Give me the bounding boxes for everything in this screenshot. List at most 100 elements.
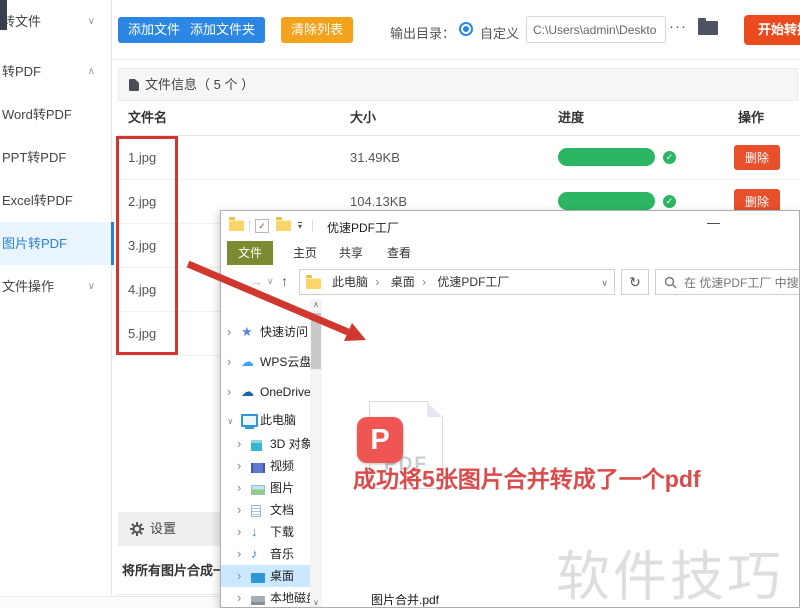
collapse-chevron-icon[interactable]: ∨ xyxy=(227,410,234,432)
expand-chevron-icon[interactable]: › xyxy=(237,521,241,543)
expand-chevron-icon[interactable]: › xyxy=(227,321,231,343)
search-box[interactable] xyxy=(655,269,800,295)
clear-list-button[interactable]: 清除列表 xyxy=(281,17,353,43)
nav-item-local-disk[interactable]: ›本地磁盘 xyxy=(221,587,310,608)
sidebar-item-2[interactable]: 转PDF∧ xyxy=(0,50,111,93)
checkbox-icon[interactable]: ✓ xyxy=(255,219,269,233)
cell-size: 31.49KB xyxy=(350,136,400,179)
explorer-titlebar[interactable]: | ✓ ▾ | 优速PDF工厂 — xyxy=(221,211,799,241)
annotation-caption: 成功将5张图片合并转成了一个pdf xyxy=(353,460,701,494)
sidebar-item-label: Excel转PDF xyxy=(0,193,73,208)
quick-access-toolbar-chevron-icon[interactable]: ▾ xyxy=(298,222,302,231)
nav-item-onedrive-cloud[interactable]: ›☁OneDrive xyxy=(221,381,310,403)
screen: 转文件∨转PDF∧Word转PDFPPT转PDFExcel转PDF图片转PDF文… xyxy=(0,0,800,608)
expand-chevron-icon[interactable]: › xyxy=(227,381,231,403)
refresh-icon: ↻ xyxy=(629,274,641,290)
folder-icon xyxy=(229,220,244,231)
nav-item-label: 桌面 xyxy=(270,565,294,587)
header-filename: 文件名 xyxy=(128,101,167,135)
expand-chevron-icon[interactable]: › xyxy=(237,587,241,608)
file-count: （ 5 个 ） xyxy=(197,77,254,92)
page-fold xyxy=(427,402,442,417)
folder-icon xyxy=(306,278,321,289)
nav-item-downloads[interactable]: › ↓ 下载 xyxy=(221,521,310,543)
chevron-down-icon: ∨ xyxy=(88,265,95,308)
minimize-button[interactable]: — xyxy=(707,215,720,230)
breadcrumb-folder[interactable]: 优速PDF工厂 xyxy=(437,275,509,289)
breadcrumb-this-pc[interactable]: 此电脑 xyxy=(332,275,368,289)
nav-item-videos[interactable]: › 视频 xyxy=(221,455,310,477)
nav-item-label: 图片 xyxy=(270,477,294,499)
scroll-thumb[interactable] xyxy=(311,313,321,369)
nav-item-star[interactable]: ›★快速访问 xyxy=(221,321,310,343)
expand-chevron-icon[interactable]: › xyxy=(237,499,241,521)
nav-item-wps-cloud[interactable]: ›☁WPS云盘 xyxy=(221,351,310,373)
nav-item-3d-objects[interactable]: ›3D 对象 xyxy=(221,433,310,455)
file-info-label: 文件信息 xyxy=(145,77,197,92)
sidebar-item-4[interactable]: PPT转PDF xyxy=(0,136,111,179)
chevron-down-icon: ∨ xyxy=(88,0,95,43)
expand-chevron-icon[interactable]: › xyxy=(237,543,241,565)
scrollbar[interactable]: ∧ ∨ xyxy=(310,299,322,608)
nav-item-label: 视频 xyxy=(270,455,294,477)
expand-chevron-icon[interactable]: › xyxy=(237,455,241,477)
expand-chevron-icon[interactable]: › xyxy=(237,433,241,455)
nav-item-label: 音乐 xyxy=(270,543,294,565)
scroll-down-icon[interactable]: ∨ xyxy=(310,597,322,608)
expand-chevron-icon[interactable]: › xyxy=(237,565,241,587)
computer-icon xyxy=(241,412,258,434)
watermark: 软件技巧 xyxy=(556,532,784,608)
local-disk-icon xyxy=(251,590,265,608)
open-folder-icon[interactable] xyxy=(698,21,718,35)
address-chevron-icon[interactable]: ∨ xyxy=(601,278,608,289)
expand-chevron-icon[interactable]: › xyxy=(227,351,231,373)
progress-bar xyxy=(558,192,655,210)
breadcrumb-separator-icon: › xyxy=(375,275,379,289)
output-path-input[interactable] xyxy=(526,16,666,43)
start-convert-button[interactable]: 开始转换 xyxy=(744,15,800,45)
gear-icon xyxy=(130,522,144,536)
folder-icon xyxy=(276,220,291,231)
add-folder-button[interactable]: 添加文件夹 xyxy=(180,17,265,43)
custom-output-label[interactable]: 自定义 xyxy=(480,23,519,42)
star-icon: ★ xyxy=(241,321,253,343)
done-check-icon: ✓ xyxy=(663,195,676,208)
history-chevron-icon[interactable]: ∨ xyxy=(267,276,274,287)
table-header: 文件名 大小 进度 操作 xyxy=(118,101,800,136)
sidebar-item-6[interactable]: 图片转PDF xyxy=(0,222,114,265)
nav-item-pictures[interactable]: › 图片 xyxy=(221,477,310,499)
browse-more-button[interactable]: ··· xyxy=(669,18,687,35)
refresh-button[interactable]: ↻ xyxy=(621,269,649,295)
sidebar-item-label: 转PDF xyxy=(0,64,41,79)
nav-item-desktop[interactable]: › 桌面 xyxy=(221,565,310,587)
menu-home[interactable]: 主页 xyxy=(293,241,317,265)
sidebar-item-3[interactable]: Word转PDF xyxy=(0,93,111,136)
custom-output-radio[interactable] xyxy=(459,22,473,36)
separator: | xyxy=(311,218,314,232)
back-icon[interactable]: ← xyxy=(229,273,243,289)
nav-item-label: WPS云盘 xyxy=(260,351,311,373)
sidebar-item-7[interactable]: 文件操作∨ xyxy=(0,265,111,308)
sidebar-item-5[interactable]: Excel转PDF xyxy=(0,179,111,222)
delete-button[interactable]: 删除 xyxy=(734,145,780,170)
menu-file[interactable]: 文件 xyxy=(227,241,273,265)
pdf-file-name: 图片合并.pdf xyxy=(349,591,461,608)
sidebar-item-1[interactable]: 转文件∨ xyxy=(0,0,111,43)
up-icon[interactable]: ↑ xyxy=(281,273,288,289)
expand-chevron-icon[interactable]: › xyxy=(237,477,241,499)
onedrive-cloud-icon: ☁ xyxy=(241,381,254,403)
downloads-icon: ↓ xyxy=(251,521,258,543)
forward-icon[interactable]: → xyxy=(249,273,263,289)
breadcrumb-desktop[interactable]: 桌面 xyxy=(391,275,415,289)
menu-share[interactable]: 共享 xyxy=(339,241,363,265)
output-dir-label: 输出目录： xyxy=(390,23,455,42)
breadcrumb-separator-icon: › xyxy=(422,275,426,289)
menu-view[interactable]: 查看 xyxy=(387,241,411,265)
nav-item-documents[interactable]: ›文档 xyxy=(221,499,310,521)
nav-item-music[interactable]: ›♪音乐 xyxy=(221,543,310,565)
search-input[interactable] xyxy=(682,270,800,296)
nav-item-label: 下载 xyxy=(270,521,294,543)
scroll-up-icon[interactable]: ∧ xyxy=(310,299,322,311)
address-bar[interactable]: 此电脑 › 桌面 › 优速PDF工厂 ∨ xyxy=(299,269,615,295)
nav-item-computer[interactable]: ∨此电脑 xyxy=(221,409,310,431)
